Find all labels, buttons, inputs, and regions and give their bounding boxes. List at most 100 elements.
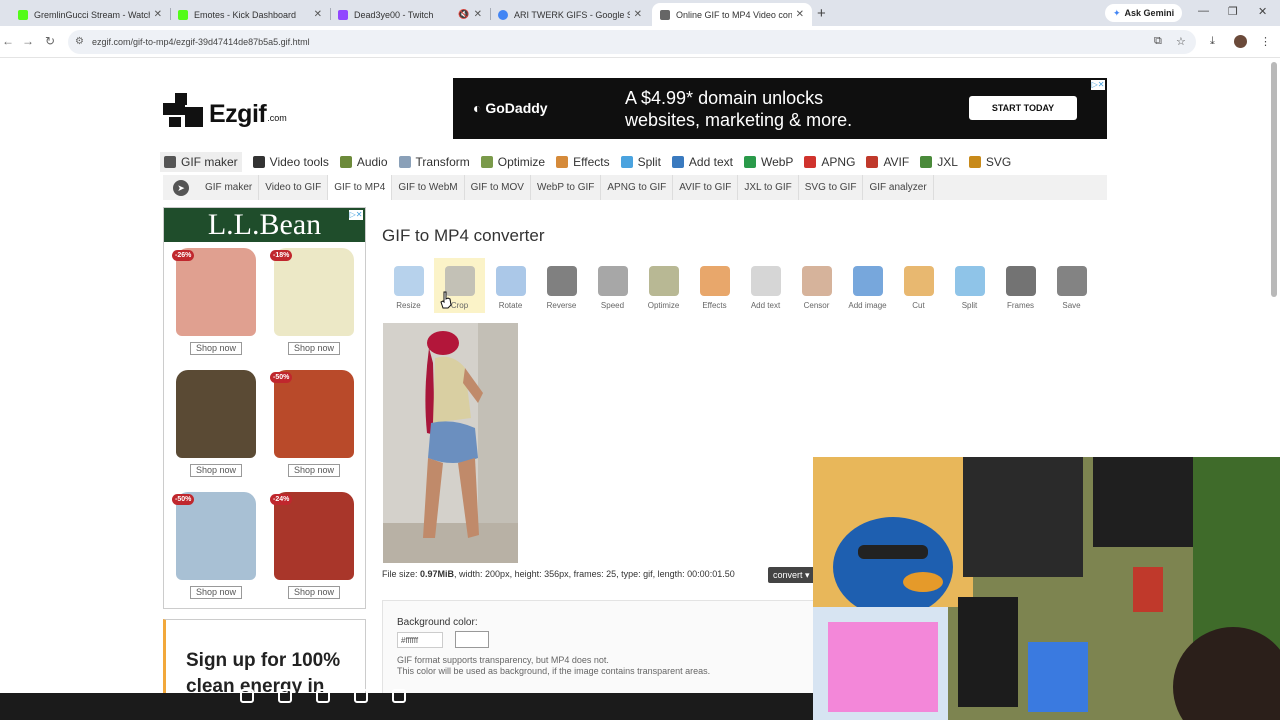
shop-now-button[interactable]: Shop now	[190, 464, 242, 477]
maximize-icon[interactable]: ❐	[1228, 5, 1238, 18]
sub-nav-apng-to-gif[interactable]: APNG to GIF	[601, 175, 674, 200]
shop-now-button[interactable]: Shop now	[288, 586, 340, 599]
tool-save[interactable]: Save	[1046, 258, 1097, 313]
main-nav-optimize[interactable]: Optimize	[480, 155, 545, 169]
close-tab-icon[interactable]: ✕	[796, 9, 804, 20]
browser-tab-1[interactable]: GremlinGucci Stream - Watch L ✕	[10, 3, 170, 26]
tool-frames[interactable]: Frames	[995, 258, 1046, 313]
tool-add-image[interactable]: Add image	[842, 258, 893, 313]
close-window-icon[interactable]: ✕	[1258, 5, 1267, 18]
tool-cut[interactable]: Cut	[893, 258, 944, 313]
download-icon[interactable]: ⤓	[1210, 35, 1215, 48]
toolbar-icon-2[interactable]	[278, 689, 292, 703]
forward-icon[interactable]: →	[22, 34, 34, 48]
color-picker-swatch[interactable]	[455, 631, 489, 648]
shop-now-button[interactable]: Shop now	[190, 342, 242, 355]
tool-rotate[interactable]: Rotate	[485, 258, 536, 313]
bookmark-star-icon[interactable]: ☆	[1176, 35, 1186, 48]
main-nav-webp[interactable]: WebP	[743, 155, 793, 169]
close-tab-icon[interactable]: ✕	[154, 9, 162, 20]
toolbar-icon-3[interactable]	[316, 689, 330, 703]
product-card[interactable]: -18% Shop now	[268, 248, 360, 355]
sub-nav-svg-to-gif[interactable]: SVG to GIF	[799, 175, 864, 200]
toolbar-icon-1[interactable]	[240, 689, 254, 703]
tool-resize[interactable]: Resize	[383, 258, 434, 313]
product-image[interactable]	[274, 492, 354, 580]
main-nav-svg[interactable]: SVG	[968, 155, 1011, 169]
ezgif-logo[interactable]: Ezgif .com	[163, 93, 287, 127]
ask-gemini-button[interactable]: ✦ Ask Gemini	[1105, 4, 1183, 22]
main-nav-add-text[interactable]: Add text	[671, 155, 733, 169]
convert-button[interactable]: convert ▾	[768, 567, 815, 583]
product-card[interactable]: -50% Shop now	[268, 370, 360, 477]
tool-optimize[interactable]: Optimize	[638, 258, 689, 313]
reload-icon[interactable]: ↻	[45, 34, 55, 48]
main-nav-jxl[interactable]: JXL	[920, 155, 958, 169]
sub-nav-gif-to-mov[interactable]: GIF to MOV	[465, 175, 531, 200]
toolbar-icon-5[interactable]	[392, 689, 406, 703]
page-scrollbar[interactable]	[1271, 62, 1277, 297]
product-image[interactable]	[274, 370, 354, 458]
tool-speed[interactable]: Speed	[587, 258, 638, 313]
browser-tab-3[interactable]: Dead3ye00 - Twitch 🔇 ✕	[330, 3, 490, 26]
shop-now-button[interactable]: Shop now	[288, 342, 340, 355]
page-title: GIF to MP4 converter	[382, 226, 545, 245]
start-today-button[interactable]: START TODAY	[969, 96, 1077, 120]
shop-now-button[interactable]: Shop now	[190, 586, 242, 599]
tool-add-text[interactable]: Add text	[740, 258, 791, 313]
product-image[interactable]	[274, 248, 354, 336]
mute-icon[interactable]: 🔇	[458, 9, 469, 20]
main-nav-effects[interactable]: Effects	[556, 155, 610, 169]
ad-choices-icon[interactable]: ▷✕	[1091, 80, 1105, 90]
main-nav-split[interactable]: Split	[620, 155, 661, 169]
frames-icon	[1005, 266, 1036, 296]
main-nav-avif[interactable]: AVIF	[866, 155, 909, 169]
install-app-icon[interactable]: ⧉	[1154, 35, 1162, 48]
toolbar-icon-4[interactable]	[354, 689, 368, 703]
main-nav-apng[interactable]: APNG	[804, 155, 855, 169]
main-nav-video-tools[interactable]: Video tools	[252, 155, 329, 169]
close-tab-icon[interactable]: ✕	[474, 9, 482, 20]
close-tab-icon[interactable]: ✕	[634, 9, 642, 20]
sub-nav-gif-analyzer[interactable]: GIF analyzer	[863, 175, 934, 200]
tool-censor[interactable]: Censor	[791, 258, 842, 313]
sub-nav-gif-to-webm[interactable]: GIF to WebM	[392, 175, 465, 200]
minimize-icon[interactable]: —	[1198, 5, 1209, 17]
tool-reverse[interactable]: Reverse	[536, 258, 587, 313]
sub-nav-jxl-to-gif[interactable]: JXL to GIF	[738, 175, 799, 200]
compass-icon[interactable]: ➤	[173, 179, 189, 196]
sub-nav-gif-maker[interactable]: GIF maker	[199, 175, 260, 200]
product-card[interactable]: -24% Shop now	[268, 492, 360, 599]
background-color-input[interactable]: #ffffff	[397, 632, 443, 648]
browser-tab-2[interactable]: Emotes - Kick Dashboard ✕	[170, 3, 330, 26]
close-tab-icon[interactable]: ✕	[314, 9, 322, 20]
main-nav-audio[interactable]: Audio	[339, 155, 388, 169]
product-card[interactable]: -26% Shop now	[170, 248, 262, 355]
shop-now-button[interactable]: Shop now	[288, 464, 340, 477]
main-nav-transform[interactable]: Transform	[398, 155, 470, 169]
profile-avatar[interactable]	[1234, 35, 1247, 48]
main-nav-gif-maker[interactable]: GIF maker	[160, 152, 242, 172]
new-tab-button[interactable]: +	[817, 5, 826, 22]
product-card[interactable]: -50% Shop now	[170, 492, 262, 599]
sub-nav-avif-to-gif[interactable]: AVIF to GIF	[673, 175, 739, 200]
browser-tab-4[interactable]: ARI TWERK GIFS - Google Sear ✕	[490, 3, 650, 26]
product-image[interactable]	[176, 370, 256, 458]
ad-choices-icon[interactable]: ▷✕	[349, 210, 363, 220]
optimize-icon	[480, 156, 493, 168]
godaddy-ad-banner[interactable]: ◐ GoDaddy A $4.99* domain unlocks websit…	[453, 78, 1107, 139]
product-card[interactable]: Shop now	[170, 370, 262, 477]
llbean-ad[interactable]: L.L.Bean -26% Shop now -18% Shop now Shop no…	[163, 207, 366, 609]
site-info-icon[interactable]: ⚙	[75, 36, 84, 47]
product-image[interactable]	[176, 248, 256, 336]
url-text[interactable]: ezgif.com/gif-to-mp4/ezgif-39d47414de87b…	[92, 37, 310, 47]
sub-nav-video-to-gif[interactable]: Video to GIF	[259, 175, 329, 200]
sub-nav-webp-to-gif[interactable]: WebP to GIF	[531, 175, 602, 200]
menu-icon[interactable]: ⋮	[1260, 35, 1271, 48]
back-icon[interactable]: ←	[2, 34, 14, 48]
tool-split[interactable]: Split	[944, 258, 995, 313]
browser-tab-active[interactable]: Online GIF to MP4 Video conve ✕	[652, 3, 812, 26]
sub-nav-gif-to-mp4[interactable]: GIF to MP4	[328, 175, 393, 200]
tool-effects[interactable]: Effects	[689, 258, 740, 313]
product-image[interactable]	[176, 492, 256, 580]
